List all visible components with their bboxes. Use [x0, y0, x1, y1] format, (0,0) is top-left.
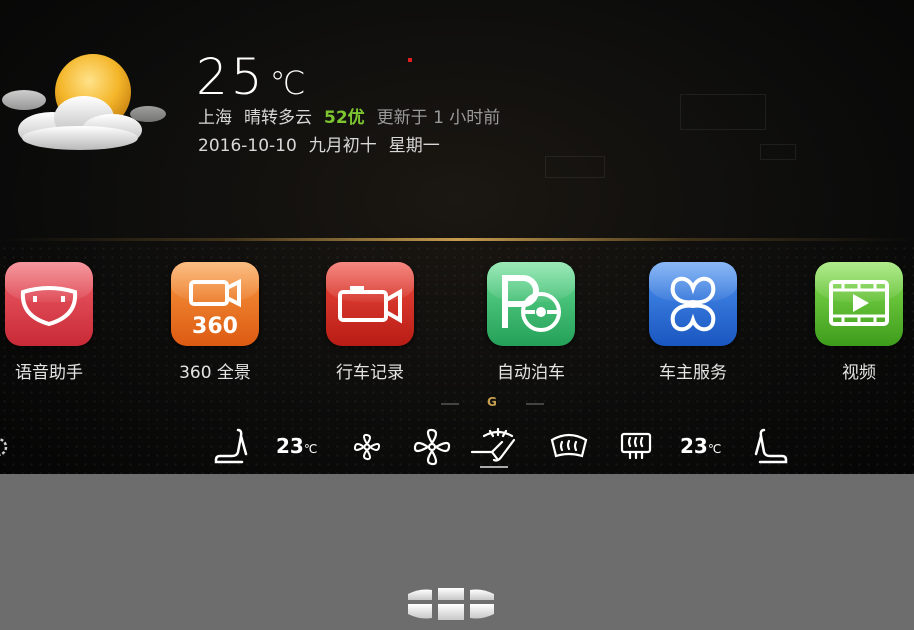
- app-auto-parking[interactable]: 自动泊车: [486, 262, 576, 383]
- left-temp-value: 23: [276, 434, 304, 458]
- video-icon: [815, 262, 903, 346]
- airflow-windshield-feet-icon[interactable]: [470, 426, 526, 466]
- front-defrost-icon[interactable]: [548, 426, 590, 466]
- partly-cloudy-icon: [2, 54, 166, 150]
- faint-panel: [760, 144, 796, 160]
- left-temp-unit: ℃: [303, 442, 318, 456]
- weather-condition: 晴转多云: [244, 108, 312, 128]
- weather-info-line: 上海 晴转多云 52优 更新于 1 小时前: [198, 107, 512, 129]
- app-label: 360 全景: [179, 363, 251, 383]
- left-temperature[interactable]: 23℃: [276, 434, 317, 458]
- active-mode-indicator: [480, 466, 508, 468]
- fan-low-icon[interactable]: [352, 432, 382, 462]
- app-label: 语音助手: [15, 363, 83, 383]
- date-line: 2016-10-10 九月初十 星期一: [198, 135, 452, 157]
- geely-logo: [408, 588, 494, 620]
- right-temp-value: 23: [680, 434, 708, 458]
- app-label: 自动泊车: [497, 363, 565, 383]
- page-indicator: G: [0, 395, 914, 411]
- settings-gear-icon[interactable]: [0, 434, 12, 460]
- red-marker: [408, 58, 412, 62]
- app-360-panorama[interactable]: 360 360 全景: [170, 262, 260, 383]
- left-seat-heat-icon[interactable]: [212, 426, 250, 466]
- page-dash: [526, 403, 544, 405]
- app-label: 车主服务: [659, 363, 727, 383]
- page-indicator-label: G: [487, 395, 497, 409]
- faint-panel: [680, 94, 766, 130]
- update-time: 更新于 1 小时前: [376, 108, 501, 128]
- owner-service-icon: [649, 262, 737, 346]
- app-dashcam[interactable]: 行车记录: [325, 262, 415, 383]
- right-temp-unit: ℃: [707, 442, 722, 456]
- climate-bar: 23℃ 23℃: [0, 424, 914, 470]
- voice-assistant-icon: [5, 262, 93, 346]
- auto-parking-icon: [487, 262, 575, 346]
- fan-high-icon[interactable]: [412, 427, 452, 467]
- faint-panel: [545, 156, 605, 178]
- svg-text:360: 360: [192, 314, 238, 339]
- app-voice-assistant[interactable]: 语音助手: [4, 262, 94, 383]
- dashcam-icon: [326, 262, 414, 346]
- right-seat-heat-icon[interactable]: [752, 426, 790, 466]
- page-dash: [441, 403, 459, 405]
- app-label: 视频: [842, 363, 876, 383]
- camera-360-icon: 360: [171, 262, 259, 346]
- app-label: 行车记录: [336, 363, 404, 383]
- date: 2016-10-10: [198, 136, 297, 156]
- rear-defrost-icon[interactable]: [618, 426, 654, 466]
- current-temperature: 25 ℃: [196, 48, 306, 106]
- glow-divider: [0, 238, 914, 241]
- app-video[interactable]: 视频: [814, 262, 904, 383]
- head-unit-screen: 25 ℃ 上海 晴转多云 52优 更新于 1 小时前 2016-10-10 九月初十 星期一…: [0, 0, 914, 474]
- right-temperature[interactable]: 23℃: [680, 434, 721, 458]
- weekday: 星期一: [388, 136, 440, 156]
- temperature-unit: ℃: [269, 64, 306, 102]
- lunar-date: 九月初十: [308, 136, 377, 156]
- app-owner-service[interactable]: 车主服务: [648, 262, 738, 383]
- city-name: 上海: [198, 108, 232, 128]
- air-quality-index: 52优: [324, 108, 365, 128]
